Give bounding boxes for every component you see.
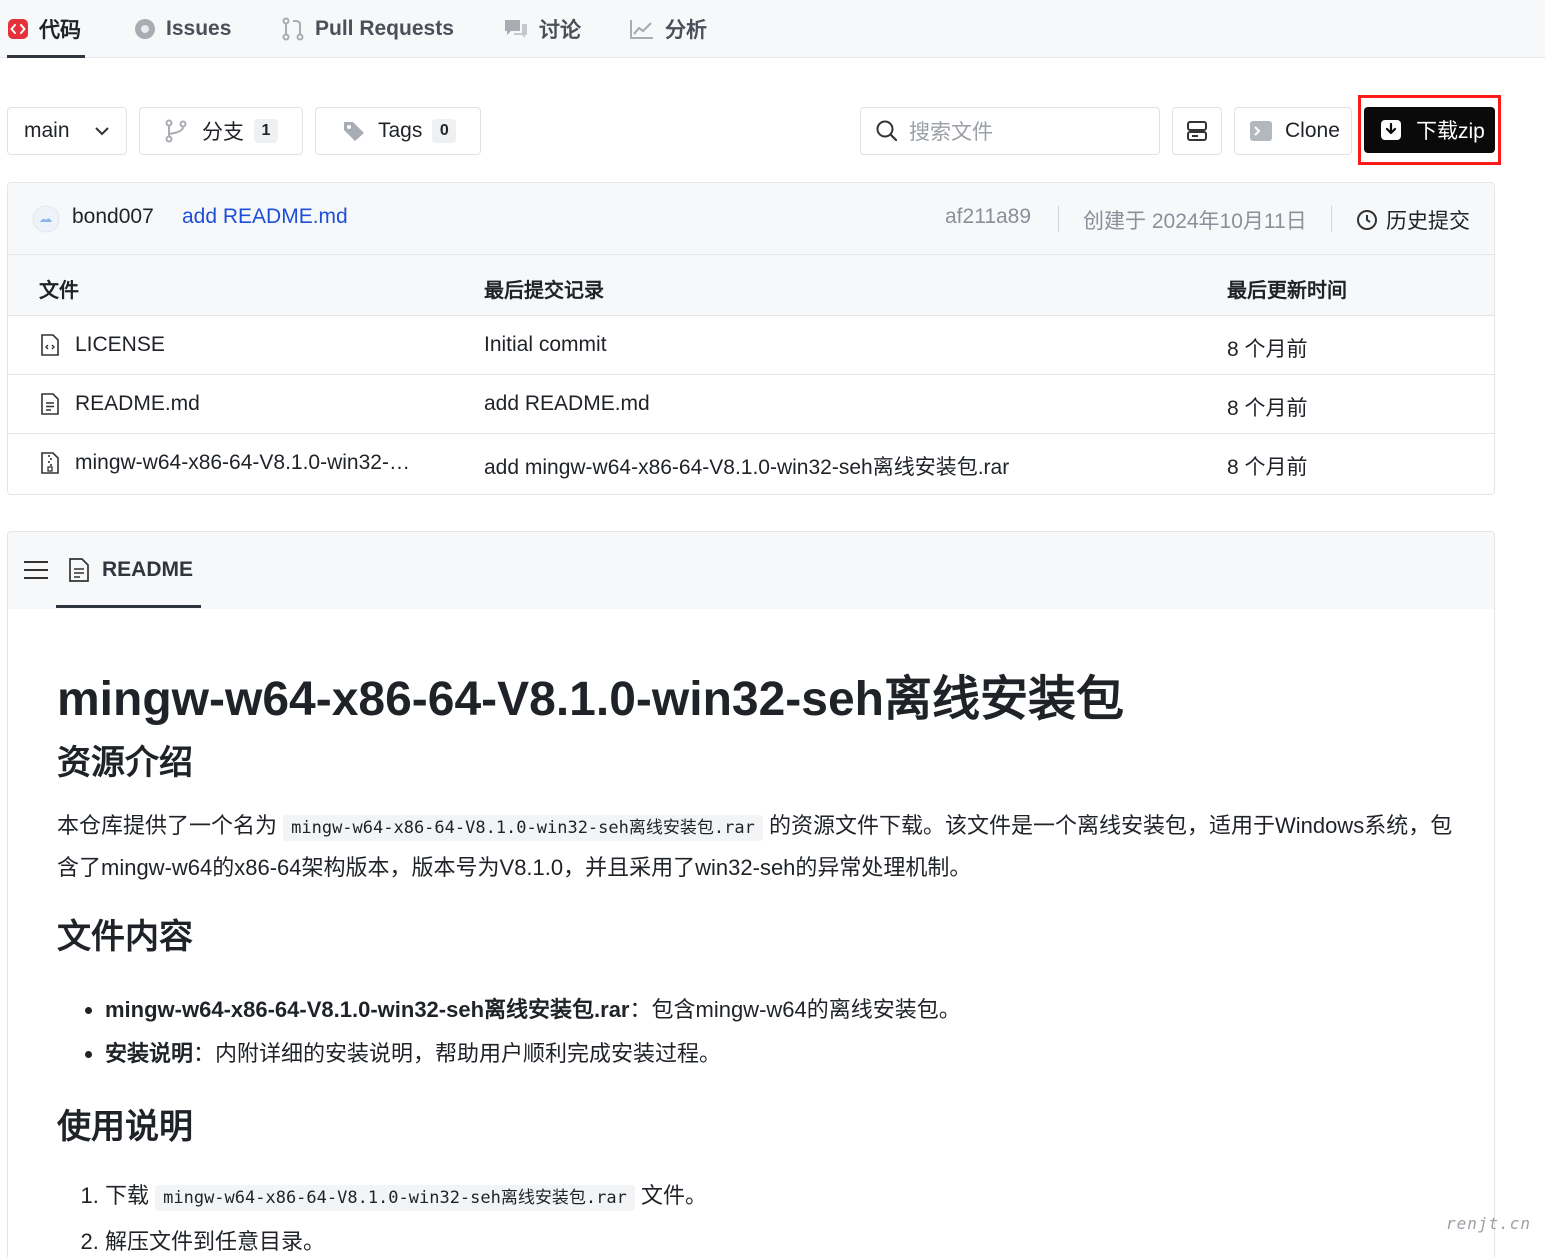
branch-icon <box>165 119 187 143</box>
clone-button[interactable]: Clone <box>1234 107 1352 155</box>
readme-panel: README mingw-w64-x86-64-V8.1.0-win32-seh… <box>7 531 1495 1257</box>
divider <box>1331 206 1332 232</box>
section-intro-heading: 资源介绍 <box>57 744 193 782</box>
chevron-down-icon <box>95 127 109 136</box>
list-item-text: ：包含mingw-w64的离线安装包。 <box>629 997 961 1022</box>
list-item: 解压文件到任意目录。 <box>105 1220 1457 1257</box>
history-button[interactable]: 历史提交 <box>1356 205 1470 235</box>
tab-pull-requests[interactable]: Pull Requests <box>281 0 454 58</box>
code-icon <box>8 19 28 39</box>
header-updated: 最后更新时间 <box>1227 280 1347 302</box>
content-list: mingw-w64-x86-64-V8.1.0-win32-seh离线安装包.r… <box>57 988 1457 1076</box>
list-item: mingw-w64-x86-64-V8.1.0-win32-seh离线安装包.r… <box>105 988 1457 1032</box>
more-vertical-icon[interactable]: ⋮ <box>1538 1218 1545 1240</box>
tags-button[interactable]: Tags 0 <box>315 107 481 155</box>
list-item-text: ：内附详细的安装说明，帮助用户顺利完成安装过程。 <box>193 1041 722 1066</box>
clock-icon <box>1357 210 1377 230</box>
license-file-icon <box>41 334 59 356</box>
repo-nav: 代码 Issues Pull Requests 讨论 分析 <box>0 0 1545 58</box>
download-icon <box>1381 120 1401 140</box>
tags-label: Tags <box>378 119 423 142</box>
text-file-icon <box>41 393 59 415</box>
tab-issues[interactable]: Issues <box>134 0 231 58</box>
latest-commit-bar: bond007 add README.md af211a89 创建于 2024年… <box>8 183 1494 255</box>
intro-paragraph: 本仓库提供了一个名为 mingw-w64-x86-64-V8.1.0-win32… <box>57 806 1457 888</box>
search-placeholder: 搜索文件 <box>909 121 993 144</box>
readme-header: README <box>8 532 1494 609</box>
list-item-bold: 安装说明 <box>105 1041 194 1066</box>
watermark: renjt.cn <box>1446 1214 1532 1233</box>
header-last-commit: 最后提交记录 <box>484 280 604 302</box>
archive-file-icon <box>41 452 59 474</box>
history-label: 历史提交 <box>1386 210 1470 233</box>
section-content-heading: 文件内容 <box>57 918 193 956</box>
table-row[interactable]: mingw-w64-x86-64-V8.1.0-win32-… add ming… <box>8 434 1494 493</box>
web-ide-button[interactable] <box>1172 107 1222 155</box>
text-file-icon <box>69 558 89 582</box>
branch-select[interactable]: main <box>7 107 127 155</box>
table-row[interactable]: README.md add README.md 8 个月前 <box>8 375 1494 434</box>
readme-tab[interactable]: README <box>56 532 201 608</box>
readme-title: mingw-w64-x86-64-V8.1.0-win32-seh离线安装包 <box>57 673 1124 726</box>
tab-pull-requests-label: Pull Requests <box>315 17 454 40</box>
clone-label: Clone <box>1285 119 1340 142</box>
commit-message-link[interactable]: add README.md <box>182 205 348 229</box>
terminal-icon <box>1250 121 1272 141</box>
tab-discussions[interactable]: 讨论 <box>503 0 581 58</box>
list-item: 安装说明：内附详细的安装说明，帮助用户顺利完成安装过程。 <box>105 1032 1457 1076</box>
tab-code-label: 代码 <box>39 19 81 42</box>
download-label: 下载zip <box>1416 120 1485 143</box>
chart-icon <box>630 20 653 39</box>
tab-analytics-label: 分析 <box>665 19 707 42</box>
file-name[interactable]: LICENSE <box>75 333 165 357</box>
commit-date: 创建于 2024年10月11日 <box>1083 210 1307 233</box>
avatar[interactable] <box>32 205 60 233</box>
inline-code: mingw-w64-x86-64-V8.1.0-win32-seh离线安装包.r… <box>283 815 763 841</box>
file-commit[interactable]: add mingw-w64-x86-64-V8.1.0-win32-seh离线安… <box>484 451 1009 481</box>
search-icon <box>876 120 898 142</box>
step-text-after: 文件。 <box>634 1183 707 1208</box>
file-browser: bond007 add README.md af211a89 创建于 2024年… <box>7 182 1495 495</box>
list-item: 下载 mingw-w64-x86-64-V8.1.0-win32-seh离线安装… <box>105 1174 1457 1220</box>
readme-tab-label: README <box>102 558 194 581</box>
tags-count: 0 <box>432 119 457 143</box>
branches-label: 分支 <box>202 121 244 144</box>
download-highlight: 下载zip <box>1358 95 1501 165</box>
pull-request-icon <box>282 17 304 41</box>
tab-issues-label: Issues <box>166 17 232 40</box>
tag-icon <box>344 122 364 141</box>
file-updated: 8 个月前 <box>1227 397 1308 420</box>
file-commit[interactable]: Initial commit <box>484 333 607 357</box>
discussion-icon <box>505 20 527 38</box>
intro-text-before: 本仓库提供了一个名为 <box>57 813 284 838</box>
divider <box>1058 206 1059 232</box>
server-icon <box>1187 121 1207 141</box>
tab-analytics[interactable]: 分析 <box>629 0 707 58</box>
file-search[interactable]: 搜索文件 <box>860 107 1160 155</box>
commit-hash[interactable]: af211a89 <box>945 205 1031 229</box>
file-updated: 8 个月前 <box>1227 456 1308 479</box>
usage-steps: 下载 mingw-w64-x86-64-V8.1.0-win32-seh离线安装… <box>57 1174 1457 1257</box>
file-updated: 8 个月前 <box>1227 338 1308 361</box>
file-table-header: 文件 最后提交记录 最后更新时间 <box>8 255 1494 316</box>
step-text-before: 下载 <box>105 1183 156 1208</box>
branches-count: 1 <box>254 119 278 143</box>
outline-menu-icon[interactable] <box>23 559 49 581</box>
branch-name: main <box>24 119 70 142</box>
list-item-bold: mingw-w64-x86-64-V8.1.0-win32-seh离线安装包.r… <box>105 997 630 1022</box>
file-name[interactable]: mingw-w64-x86-64-V8.1.0-win32-… <box>75 451 410 475</box>
section-usage-heading: 使用说明 <box>57 1108 193 1146</box>
branches-button[interactable]: 分支 1 <box>139 107 303 155</box>
tab-code[interactable]: 代码 <box>7 0 85 58</box>
file-name[interactable]: README.md <box>75 392 200 416</box>
header-file: 文件 <box>39 280 79 302</box>
download-zip-button[interactable]: 下载zip <box>1364 107 1495 153</box>
commit-author[interactable]: bond007 <box>72 205 154 229</box>
readme-content: mingw-w64-x86-64-V8.1.0-win32-seh离线安装包 资… <box>57 672 1457 1257</box>
issue-icon <box>135 19 155 39</box>
inline-code: mingw-w64-x86-64-V8.1.0-win32-seh离线安装包.r… <box>155 1185 635 1211</box>
file-commit[interactable]: add README.md <box>484 392 650 416</box>
table-row[interactable]: LICENSE Initial commit 8 个月前 <box>8 316 1494 375</box>
tab-discussions-label: 讨论 <box>539 19 581 42</box>
